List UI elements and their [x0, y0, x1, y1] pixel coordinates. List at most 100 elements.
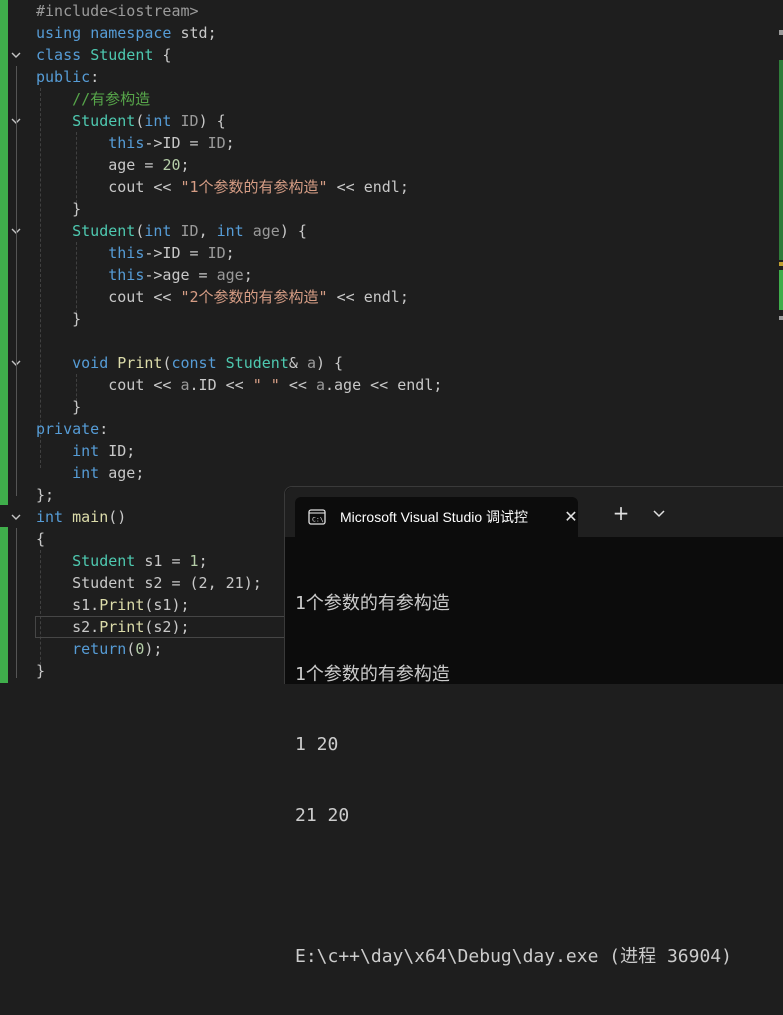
code-token: main [72, 508, 109, 526]
code-line[interactable]: Student s2 = (2, 21); [36, 572, 262, 594]
code-token: 20 [162, 156, 181, 174]
fold-chevron-icon[interactable] [9, 506, 23, 528]
code-token: ) { [279, 222, 307, 240]
code-line[interactable]: public: [36, 66, 99, 88]
code-token: a [306, 354, 316, 372]
close-tab-icon[interactable]: ✕ [561, 507, 581, 527]
code-token: Student [72, 112, 136, 130]
code-token: const [171, 354, 217, 372]
fold-chevron-icon[interactable] [9, 44, 23, 66]
code-line[interactable]: int age; [36, 462, 144, 484]
code-line[interactable]: //有参构造 [36, 88, 150, 110]
chevron-down-icon[interactable] [649, 505, 669, 523]
code-token: Student [90, 46, 154, 64]
code-token: int [36, 508, 64, 526]
code-token: << [279, 376, 316, 394]
code-token: int [216, 222, 244, 240]
code-line[interactable]: s1.Print(s1); [36, 594, 189, 616]
scrollbar-marker [779, 30, 783, 35]
code-token: int [144, 222, 172, 240]
debug-console-window[interactable]: C:\ Microsoft Visual Studio 调试控 ✕ + 1个参数… [284, 486, 783, 967]
code-token: "1个参数的有参构造" [180, 178, 328, 196]
code-token: public [36, 68, 91, 86]
code-line[interactable]: Student(int ID, int age) { [36, 220, 307, 242]
code-token: age = [36, 156, 163, 174]
code-line[interactable]: } [36, 660, 45, 682]
code-token: Print [99, 618, 145, 636]
code-line[interactable]: #include<iostream> [36, 0, 199, 22]
scrollbar-marker [779, 316, 783, 320]
code-token: s1 = [135, 552, 190, 570]
code-token: Student [225, 354, 289, 372]
code-line[interactable]: Student(int ID) { [36, 110, 226, 132]
code-token: " " [252, 376, 280, 394]
code-token: { [36, 530, 46, 548]
code-line[interactable]: return(0); [36, 638, 162, 660]
code-line[interactable]: age = 20; [36, 154, 190, 176]
code-token: ; [225, 134, 235, 152]
code-token: () [108, 508, 127, 526]
code-line[interactable]: this->ID = ID; [36, 132, 235, 154]
code-line[interactable]: cout << a.ID << " " << a.age << endl; [36, 374, 442, 396]
code-token: Print [99, 596, 145, 614]
code-token: age [216, 266, 244, 284]
code-line[interactable]: cout << "2个参数的有参构造" << endl; [36, 286, 409, 308]
code-token: ; [225, 244, 235, 262]
code-token: ; [243, 266, 253, 284]
fold-range-line [16, 528, 17, 678]
code-token: ; [180, 156, 190, 174]
code-line[interactable]: this->ID = ID; [36, 242, 235, 264]
code-line[interactable]: cout << "1个参数的有参构造" << endl; [36, 176, 409, 198]
fold-range-line [16, 66, 17, 496]
code-token: .ID << [189, 376, 253, 394]
code-token: } [36, 398, 82, 416]
code-token: namespace [90, 24, 172, 42]
code-token: ID; [99, 442, 136, 460]
code-line[interactable]: using namespace std; [36, 22, 217, 44]
code-line[interactable]: }; [36, 484, 54, 506]
code-line[interactable]: class Student { [36, 44, 171, 66]
code-line[interactable]: Student s1 = 1; [36, 550, 207, 572]
code-token: #include<iostream> [36, 2, 199, 20]
code-token: << endl; [327, 288, 409, 306]
terminal-tab[interactable]: C:\ Microsoft Visual Studio 调试控 ✕ [295, 497, 578, 537]
change-bar [0, 0, 8, 505]
code-token: ID [207, 244, 226, 262]
code-line[interactable]: { [36, 528, 45, 550]
code-token: ); [144, 640, 163, 658]
code-token: { [153, 46, 172, 64]
new-tab-button[interactable]: + [611, 503, 631, 523]
code-line[interactable]: s2.Print(s2); [36, 616, 190, 638]
code-token: cout << [36, 178, 181, 196]
code-token: } [36, 200, 82, 218]
code-token: private [36, 420, 100, 438]
code-token: ->ID = [144, 134, 208, 152]
code-line[interactable]: int ID; [36, 440, 135, 462]
terminal-icon: C:\ [308, 509, 326, 525]
code-line[interactable]: } [36, 308, 81, 330]
code-token: age [252, 222, 280, 240]
output-line: 21 20 [295, 804, 350, 826]
code-line[interactable]: int main() [36, 506, 126, 528]
code-token: 1 [189, 552, 199, 570]
output-line: 1个参数的有参构造 [295, 663, 450, 685]
code-token: (s2); [144, 618, 190, 636]
code-line[interactable]: this->age = age; [36, 264, 253, 286]
code-token: Student [72, 552, 136, 570]
code-line[interactable]: void Print(const Student& a) { [36, 352, 343, 374]
code-token: cout << [36, 376, 181, 394]
svg-text:C:\: C:\ [312, 516, 324, 524]
code-token: a [180, 376, 190, 394]
code-token: } [36, 310, 82, 328]
output-line: E:\c++\day\x64\Debug\day.exe (进程 36904) [295, 945, 732, 967]
code-line[interactable]: private: [36, 418, 108, 440]
code-line[interactable]: } [36, 198, 81, 220]
code-line[interactable]: } [36, 396, 81, 418]
